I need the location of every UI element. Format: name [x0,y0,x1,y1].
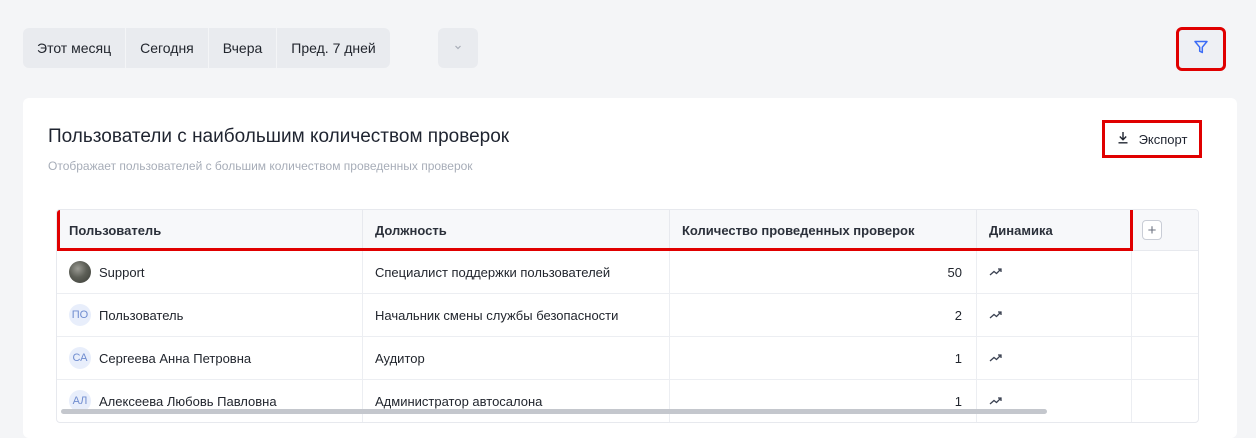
column-user[interactable]: Пользователь [57,210,363,250]
empty-cell [1132,251,1198,293]
trend-up-icon[interactable] [989,308,1003,323]
dynamics-cell[interactable] [977,380,1132,422]
user-name: Support [99,264,145,280]
position-cell: Начальник смены службы безопасности [363,294,670,336]
users-table: Пользователь Должность Количество провед… [56,209,1199,423]
export-label: Экспорт [1138,131,1188,147]
dynamics-cell[interactable] [977,294,1132,336]
count-cell: 2 [670,294,977,336]
period-yesterday[interactable]: Вчера [209,28,278,68]
column-dynamics[interactable]: Динамика [977,210,1132,250]
card-title: Пользователи с наибольшим количеством пр… [48,126,510,147]
download-icon [1117,131,1129,147]
period-selector: Этот месяц Сегодня Вчера Пред. 7 дней [23,28,390,68]
user-name: Пользователь [99,307,184,323]
count-cell: 50 [670,251,977,293]
filter-button[interactable] [1176,27,1226,71]
trend-up-icon[interactable] [989,351,1003,366]
trend-up-icon[interactable] [989,265,1003,280]
export-button[interactable]: Экспорт [1102,120,1202,158]
period-today[interactable]: Сегодня [126,28,209,68]
card-subtitle: Отображает пользователей с большим колич… [48,159,473,173]
empty-cell [1132,380,1198,422]
position-cell: Специалист поддержки пользователей [363,251,670,293]
empty-cell [1132,337,1198,379]
avatar: СА [69,347,91,369]
user-cell: Support [57,251,363,293]
table-header: Пользователь Должность Количество провед… [57,210,1198,251]
table-row[interactable]: ПО Пользователь Начальник смены службы б… [57,294,1198,337]
period-more-button[interactable] [438,28,478,68]
column-position[interactable]: Должность [363,210,670,250]
position-cell: Администратор автосалона [363,380,670,422]
avatar [69,261,91,283]
user-cell: АЛ Алексеева Любовь Павловна [57,380,363,422]
column-count[interactable]: Количество проведенных проверок [670,210,977,250]
top-users-card: Пользователи с наибольшим количеством пр… [23,98,1237,438]
chevron-down-icon [453,39,463,57]
horizontal-scrollbar[interactable] [61,409,1047,414]
filter-icon [1193,39,1209,60]
user-name: Алексеева Любовь Павловна [99,393,277,409]
count-cell: 1 [670,337,977,379]
trend-up-icon[interactable] [989,394,1003,409]
table-row[interactable]: СА Сергеева Анна Петровна Аудитор 1 [57,337,1198,380]
table-row[interactable]: Support Специалист поддержки пользовател… [57,251,1198,294]
period-this-month[interactable]: Этот месяц [23,28,127,68]
table-row[interactable]: АЛ Алексеева Любовь Павловна Администрат… [57,380,1198,422]
position-cell: Аудитор [363,337,670,379]
plus-icon: + [1147,221,1157,239]
count-cell: 1 [670,380,977,422]
user-cell: ПО Пользователь [57,294,363,336]
empty-cell [1132,294,1198,336]
dynamics-cell[interactable] [977,337,1132,379]
user-cell: СА Сергеева Анна Петровна [57,337,363,379]
dynamics-cell[interactable] [977,251,1132,293]
add-column-button[interactable]: + [1142,220,1162,240]
period-last-7-days[interactable]: Пред. 7 дней [277,28,389,68]
user-name: Сергеева Анна Петровна [99,350,252,366]
avatar: ПО [69,304,91,326]
